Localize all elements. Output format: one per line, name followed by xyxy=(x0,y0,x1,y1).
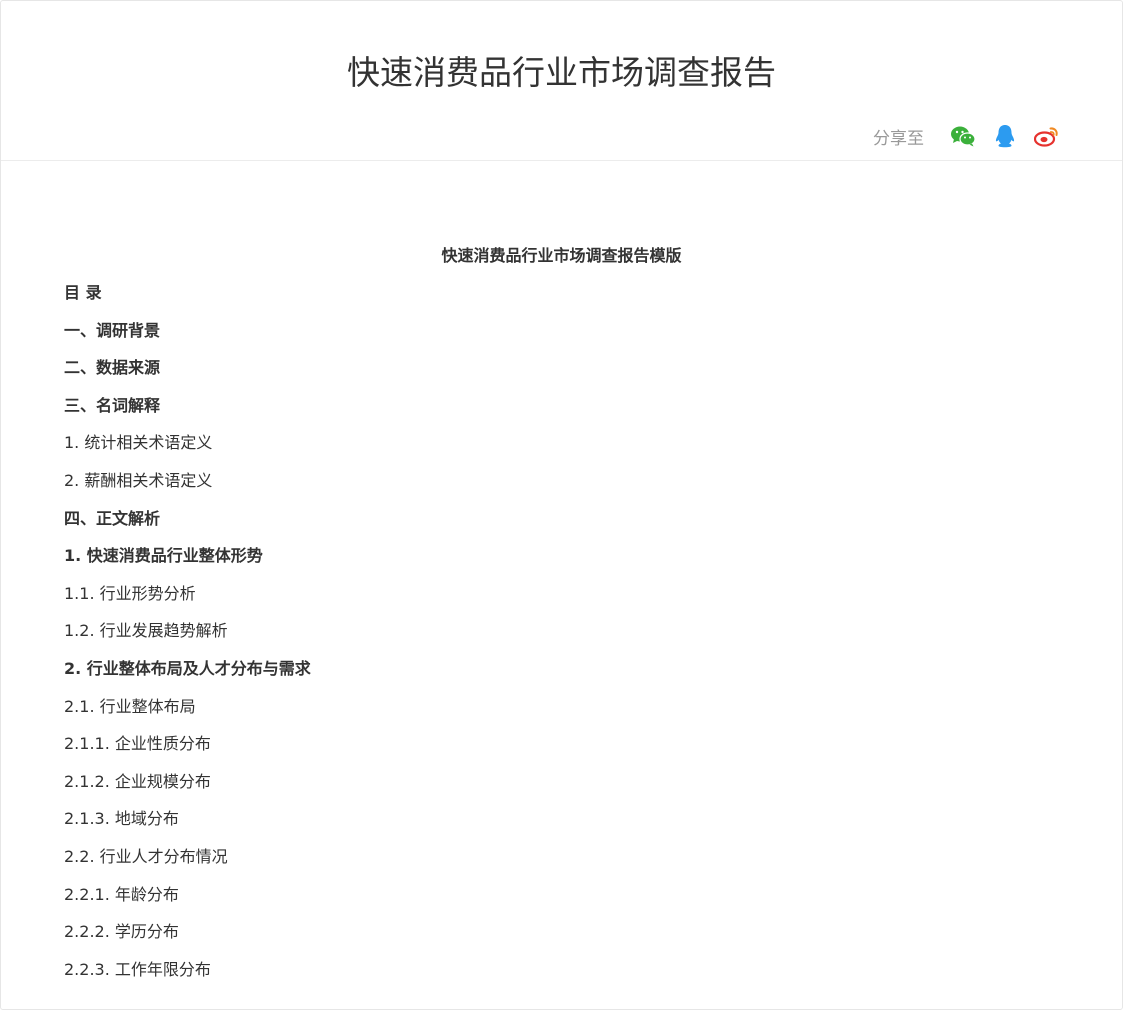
share-label: 分享至 xyxy=(873,128,924,149)
toc-line: 三、名词解释 xyxy=(64,395,161,415)
share-wechat-button[interactable] xyxy=(948,121,978,151)
toc-line: 2. 行业整体布局及人才分布与需求 xyxy=(64,658,311,678)
document-title: 快速消费品行业市场调查报告模版 xyxy=(441,246,682,265)
toc-line: 1. 统计相关术语定义 xyxy=(64,433,213,453)
toc-line: 1.1. 行业形势分析 xyxy=(64,583,196,603)
toc-line: 2.1.1. 企业性质分布 xyxy=(64,734,211,754)
share-qq-button[interactable] xyxy=(990,121,1020,151)
toc-line: 2.2.2. 学历分布 xyxy=(64,922,179,942)
share-bar: 分享至 xyxy=(873,119,1062,153)
toc-line: 二、数据来源 xyxy=(64,358,161,378)
qq-icon xyxy=(995,125,1015,148)
toc-line: 2.1.3. 地域分布 xyxy=(64,809,179,829)
toc-line: 2. 薪酬相关术语定义 xyxy=(64,470,213,490)
page-title: 快速消费品行业市场调查报告 xyxy=(347,53,776,92)
wechat-icon xyxy=(951,126,976,147)
toc-line: 2.2. 行业人才分布情况 xyxy=(64,846,228,866)
toc-line: 2.1. 行业整体布局 xyxy=(64,696,196,716)
toc-line: 目 录 xyxy=(64,283,102,302)
toc-line: 2.2.3. 工作年限分布 xyxy=(64,959,211,979)
share-weibo-button[interactable] xyxy=(1032,121,1062,151)
page-header: 快速消费品行业市场调查报告 分享至 xyxy=(1,1,1122,161)
weibo-icon xyxy=(1034,127,1058,147)
toc-line: 2.1.2. 企业规模分布 xyxy=(64,771,211,791)
toc-line: 一、调研背景 xyxy=(64,320,161,340)
toc-line: 2.2.1. 年龄分布 xyxy=(64,884,179,904)
toc-line: 1. 快速消费品行业整体形势 xyxy=(64,546,263,566)
toc-line: 1.2. 行业发展趋势解析 xyxy=(64,621,228,641)
report-page: 快速消费品行业市场调查报告 分享至 快速消费品行业市场调查报告模版 目 录 一、… xyxy=(0,0,1123,1010)
document-content: 快速消费品行业市场调查报告模版 目 录一、调研背景 二、数据来源 三、名词解释 1. … xyxy=(64,237,1059,988)
toc-line: 四、正文解析 xyxy=(64,508,161,528)
table-of-contents: 目 录一、调研背景 二、数据来源 三、名词解释 1. 统计相关术语定义 2. 薪酬相关术… xyxy=(64,274,1059,988)
